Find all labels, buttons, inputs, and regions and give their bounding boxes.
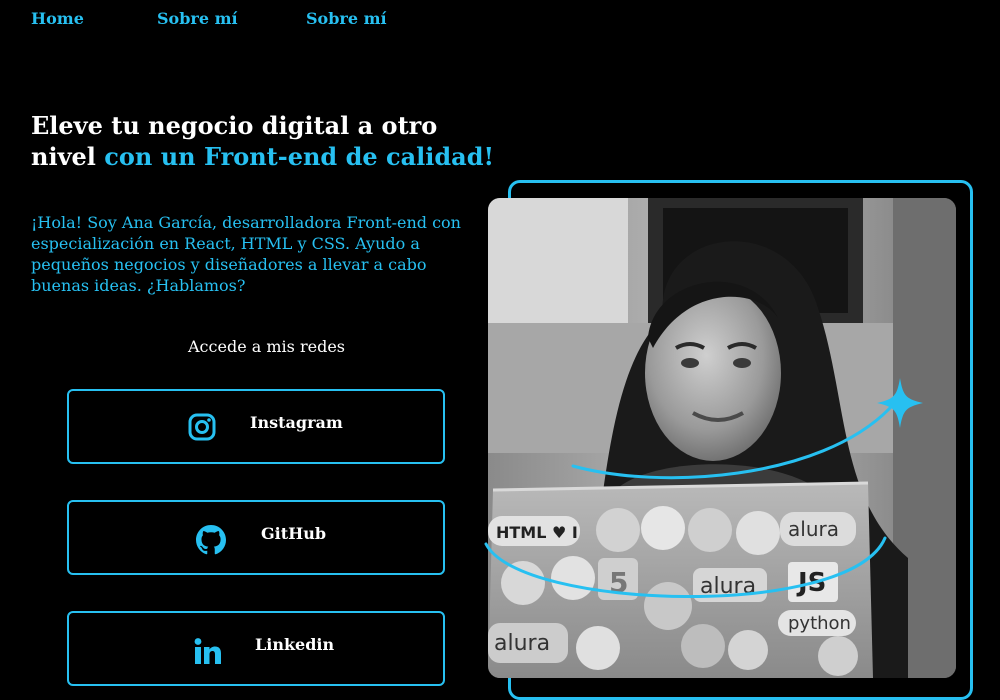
sticker-html: HTML ♥ I [496,523,578,542]
hero-bio: ¡Hola! Soy Ana García, desarrolladora Fr… [31,213,461,295]
networks-title: Accede a mis redes [188,337,345,356]
github-icon [196,525,226,555]
nav-link-sobre-mi-2[interactable]: Sobre mí [306,9,387,28]
linkedin-button[interactable]: Linkedin [67,611,445,686]
github-label: GitHub [261,524,327,543]
hero-headline: Eleve tu negocio digital a otro nivel co… [31,110,501,172]
instagram-icon [188,413,216,441]
instagram-button[interactable]: Instagram [67,389,445,464]
sticker-html5: 5 [609,566,628,599]
sticker-alura-2: alura [700,574,756,599]
nav-link-sobre-mi[interactable]: Sobre mí [157,9,238,28]
github-button[interactable]: GitHub [67,500,445,575]
sticker-alura-1: alura [788,517,839,541]
linkedin-icon [194,638,221,664]
profile-photo: HTML ♥ I alura 5 alura JS python alura [488,198,956,678]
sticker-python: python [788,613,851,634]
nav-link-home[interactable]: Home [31,9,84,28]
sticker-alura-3: alura [494,631,550,656]
linkedin-label: Linkedin [255,635,335,654]
sticker-js: JS [796,568,826,598]
headline-highlight: con un Front-end de calidad! [104,142,495,171]
instagram-label: Instagram [250,413,343,432]
